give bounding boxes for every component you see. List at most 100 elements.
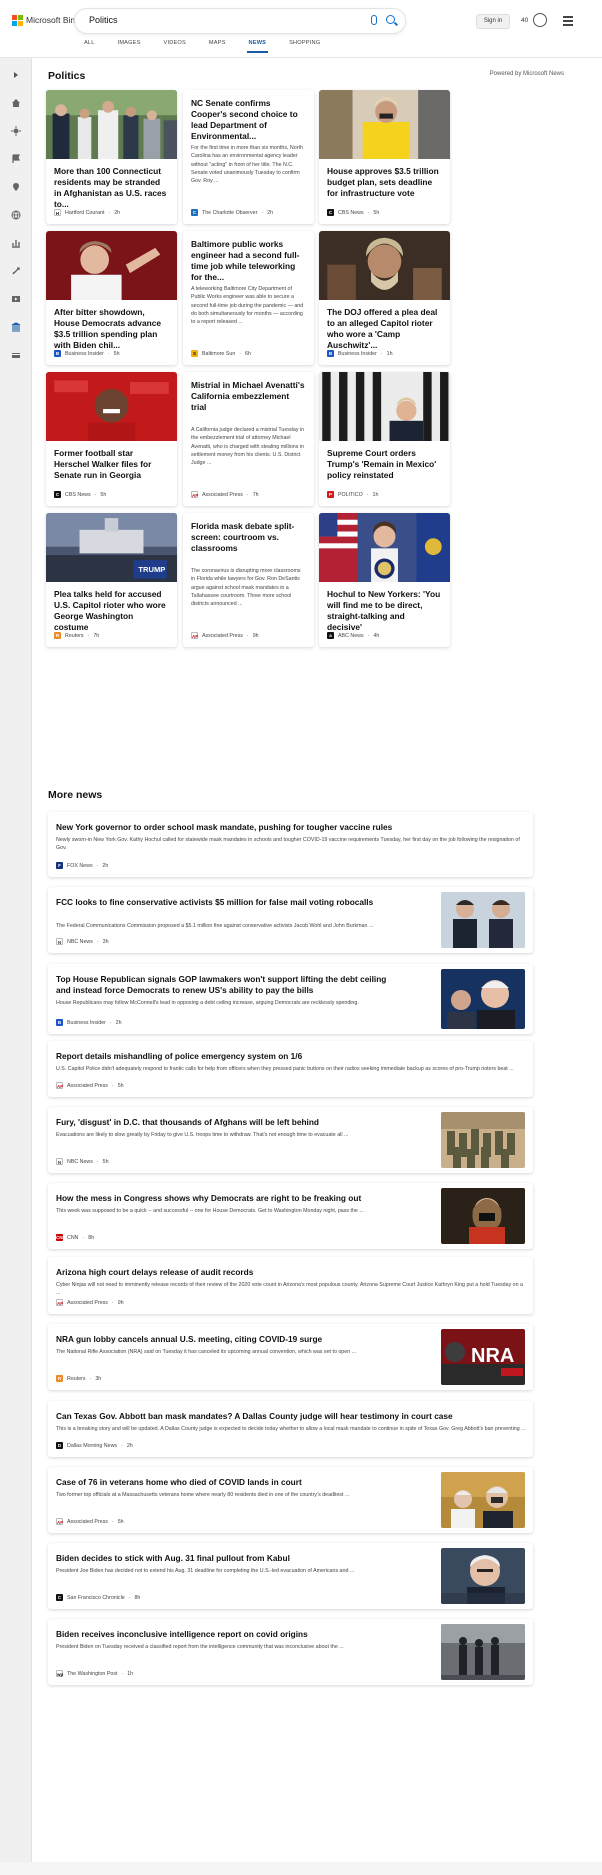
news-card[interactable]: Supreme Court orders Trump's 'Remain in … <box>319 372 450 506</box>
news-card-title[interactable]: The DOJ offered a plea deal to an allege… <box>327 307 442 351</box>
source-name[interactable]: Associated Press <box>202 633 243 639</box>
news-card-title[interactable]: Plea talks held for accused U.S. Capitol… <box>54 589 169 633</box>
source-name[interactable]: Dallas Morning News <box>67 1443 117 1449</box>
news-thumbnail[interactable] <box>441 1624 525 1680</box>
news-card-title[interactable]: House approves $3.5 trillion budget plan… <box>327 166 442 199</box>
coronavirus-icon[interactable] <box>11 126 21 136</box>
sign-in-button[interactable]: Sign in <box>476 14 510 29</box>
news-list-item[interactable]: Biden decides to stick with Aug. 31 fina… <box>48 1543 533 1609</box>
news-card[interactable]: Former football star Herschel Walker fil… <box>46 372 177 506</box>
news-thumbnail[interactable] <box>441 969 525 1029</box>
source-name[interactable]: FOX News <box>67 863 93 869</box>
source-name[interactable]: Business Insider <box>338 351 377 357</box>
news-card-title[interactable]: NC Senate confirms Cooper's second choic… <box>191 98 306 142</box>
news-list-item[interactable]: NRA gun lobby cancels annual U.S. meetin… <box>48 1324 533 1390</box>
rewards-count[interactable]: 40 <box>521 17 528 24</box>
news-card-image[interactable] <box>319 372 450 441</box>
news-list-item[interactable]: Arizona high court delays release of aud… <box>48 1257 533 1314</box>
source-name[interactable]: Baltimore Sun <box>202 351 235 357</box>
source-name[interactable]: Reuters <box>65 633 84 639</box>
news-card[interactable]: Hochul to New Yorkers: 'You will find me… <box>319 513 450 647</box>
tab-maps[interactable]: MAPS <box>209 40 226 54</box>
source-name[interactable]: ABC News <box>338 633 364 639</box>
news-card-title[interactable]: Supreme Court orders Trump's 'Remain in … <box>327 448 442 481</box>
news-list-title[interactable]: NRA gun lobby cancels annual U.S. meetin… <box>56 1334 394 1345</box>
news-thumbnail[interactable] <box>441 1472 525 1528</box>
search-icon[interactable] <box>386 15 395 24</box>
news-list-item[interactable]: Case of 76 in veterans home who died of … <box>48 1467 533 1533</box>
source-name[interactable]: Associated Press <box>67 1300 108 1306</box>
news-card[interactable]: Florida mask debate split-screen: courtr… <box>183 513 314 647</box>
source-name[interactable]: Associated Press <box>202 492 243 498</box>
news-card-image[interactable] <box>319 513 450 582</box>
tab-videos[interactable]: VIDEOS <box>164 40 186 54</box>
news-card-image[interactable] <box>46 231 177 300</box>
news-card-image[interactable] <box>319 231 450 300</box>
tab-shopping[interactable]: SHOPPING <box>289 40 320 54</box>
tab-images[interactable]: IMAGES <box>118 40 141 54</box>
home-icon[interactable] <box>11 98 21 108</box>
news-card[interactable]: House approves $3.5 trillion budget plan… <box>319 90 450 224</box>
news-card-title[interactable]: Hochul to New Yorkers: 'You will find me… <box>327 589 442 633</box>
business-icon[interactable] <box>11 238 21 248</box>
source-name[interactable]: NBC News <box>67 1159 93 1165</box>
news-list-item[interactable]: Fury, 'disgust' in D.C. that thousands o… <box>48 1107 533 1173</box>
bing-logo[interactable]: Microsoft Bing <box>12 15 80 26</box>
source-name[interactable]: Business Insider <box>67 1020 106 1026</box>
news-card-title[interactable]: More than 100 Connecticut residents may … <box>54 166 169 210</box>
source-name[interactable]: Business Insider <box>65 351 104 357</box>
news-list-item[interactable]: Can Texas Gov. Abbott ban mask mandates?… <box>48 1401 533 1457</box>
source-name[interactable]: CBS News <box>338 210 364 216</box>
rewards-icon[interactable] <box>533 13 547 27</box>
news-card-title[interactable]: After bitter showdown, House Democrats a… <box>54 307 169 351</box>
expand-icon[interactable] <box>11 70 21 80</box>
news-list-item[interactable]: New York governor to order school mask m… <box>48 812 533 877</box>
news-list-title[interactable]: New York governor to order school mask m… <box>56 822 526 833</box>
microphone-icon[interactable] <box>371 15 377 25</box>
news-card-image[interactable] <box>46 90 177 159</box>
news-list-title[interactable]: How the mess in Congress shows why Democ… <box>56 1193 394 1204</box>
news-list-title[interactable]: Biden decides to stick with Aug. 31 fina… <box>56 1553 394 1564</box>
news-card-image[interactable]: TRUMP <box>46 513 177 582</box>
news-card[interactable]: Mistrial in Michael Avenatti's Californi… <box>183 372 314 506</box>
news-list-item[interactable]: Biden receives inconclusive intelligence… <box>48 1619 533 1685</box>
source-name[interactable]: NBC News <box>67 939 93 945</box>
news-list-title[interactable]: Fury, 'disgust' in D.C. that thousands o… <box>56 1117 394 1128</box>
news-card-title[interactable]: Mistrial in Michael Avenatti's Californi… <box>191 380 306 413</box>
news-list-title[interactable]: Report details mishandling of police eme… <box>56 1051 526 1062</box>
menu-icon[interactable] <box>563 16 573 28</box>
search-query[interactable]: Politics <box>89 15 118 25</box>
news-thumbnail[interactable]: NRA <box>441 1329 525 1385</box>
news-list-item[interactable]: Report details mishandling of police eme… <box>48 1041 533 1097</box>
tab-all[interactable]: ALL <box>84 40 95 54</box>
science-icon[interactable] <box>11 266 21 276</box>
source-name[interactable]: The Washington Post <box>67 1671 117 1677</box>
news-thumbnail[interactable] <box>441 1548 525 1604</box>
news-thumbnail[interactable] <box>441 1188 525 1244</box>
news-card[interactable]: The DOJ offered a plea deal to an allege… <box>319 231 450 365</box>
news-list-title[interactable]: FCC looks to fine conservative activists… <box>56 897 394 908</box>
news-thumbnail[interactable] <box>441 1112 525 1168</box>
news-thumbnail[interactable] <box>441 892 525 948</box>
source-name[interactable]: CBS News <box>65 492 91 498</box>
source-name[interactable]: Associated Press <box>67 1519 108 1525</box>
news-card[interactable]: TRUMP Plea talks held for accused U.S. Ca… <box>46 513 177 647</box>
source-name[interactable]: Associated Press <box>67 1083 108 1089</box>
news-card-title[interactable]: Florida mask debate split-screen: courtr… <box>191 521 306 554</box>
source-name[interactable]: POLITICO <box>338 492 363 498</box>
news-list-title[interactable]: Case of 76 in veterans home who died of … <box>56 1477 394 1488</box>
globe-icon[interactable] <box>11 210 21 220</box>
news-list-item[interactable]: Top House Republican signals GOP lawmake… <box>48 964 533 1034</box>
search-input[interactable]: Politics <box>75 9 405 33</box>
money-icon[interactable] <box>11 350 21 360</box>
news-list-title[interactable]: Can Texas Gov. Abbott ban mask mandates?… <box>56 1411 526 1422</box>
powered-by[interactable]: Powered by Microsoft News <box>490 71 564 77</box>
news-list-title[interactable]: Arizona high court delays release of aud… <box>56 1267 526 1278</box>
source-name[interactable]: Hartford Courant <box>65 210 104 216</box>
source-name[interactable]: CNN <box>67 1235 78 1241</box>
news-card[interactable]: NC Senate confirms Cooper's second choic… <box>183 90 314 224</box>
source-name[interactable]: The Charlotte Observer <box>202 210 257 216</box>
source-name[interactable]: Reuters <box>67 1376 86 1382</box>
location-icon[interactable] <box>11 182 21 192</box>
politics-icon[interactable] <box>11 322 21 332</box>
